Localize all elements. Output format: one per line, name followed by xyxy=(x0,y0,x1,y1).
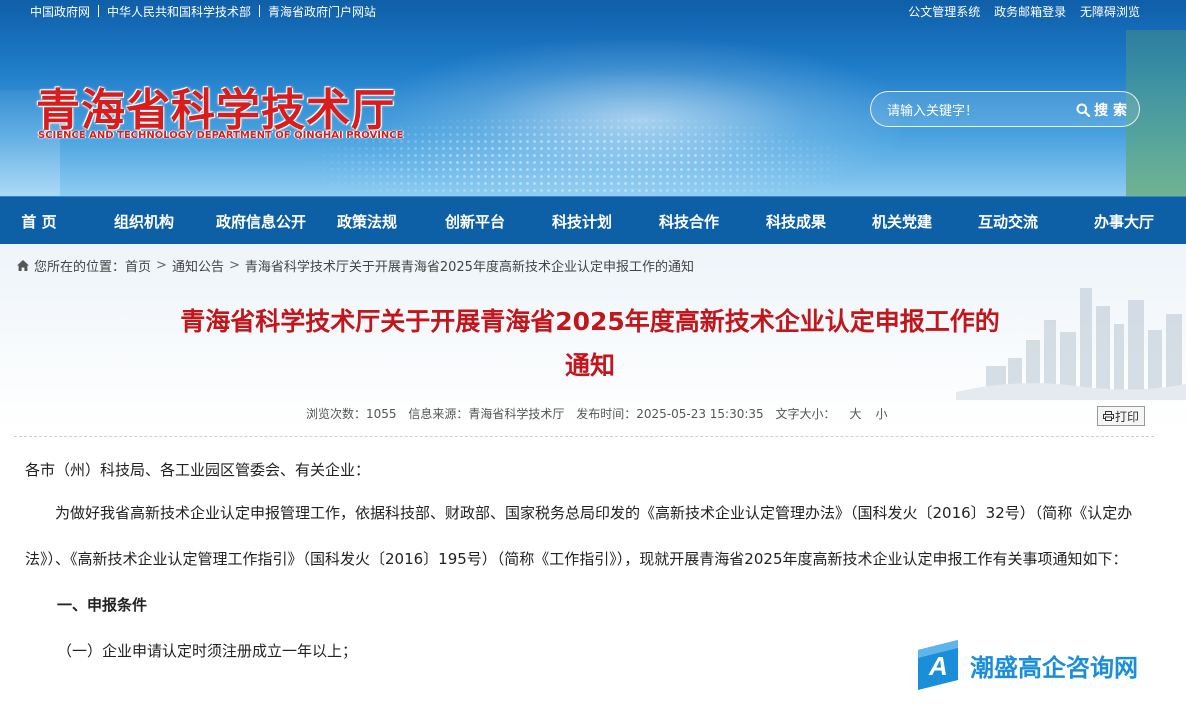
salutation: 各市（州）科技局、各工业园区管委会、有关企业： xyxy=(25,461,371,479)
site-logo-title[interactable]: 青海省科学技术厅 xyxy=(36,74,396,138)
top-link-bar: 中国政府网 中华人民共和国科学技术部 青海省政府门户网站 公文管理系统 政务邮箱登录… xyxy=(0,0,1186,22)
section-heading: 一、申报条件 xyxy=(57,596,148,614)
search-button-label: 搜 索 xyxy=(1094,103,1127,119)
site-logo-subtitle: SCIENCE AND TECHNOLOGY DEPARTMENT OF QIN… xyxy=(38,130,404,141)
home-icon xyxy=(17,260,29,271)
breadcrumb-prefix: 您所在的位置： xyxy=(34,260,126,275)
font-size-small-button[interactable]: 小 xyxy=(876,407,888,421)
nav-item-home[interactable]: 首 页 xyxy=(0,197,78,245)
nav-item-service-hall[interactable]: 办事大厅 xyxy=(1062,197,1186,245)
watermark-letter: A xyxy=(929,651,948,681)
search-box: 搜 索 xyxy=(870,91,1140,127)
printer-icon xyxy=(1102,411,1114,421)
watermark: A 潮盛高企咨询网 xyxy=(918,640,1138,690)
nav-item-innovation-platform[interactable]: 创新平台 xyxy=(422,197,528,245)
link-mail-login[interactable]: 政务邮箱登录 xyxy=(994,5,1066,19)
nav-item-interaction[interactable]: 互动交流 xyxy=(954,197,1062,245)
article-title: 青海省科学技术厅关于开展青海省2025年度高新技术企业认定申报工作的 通知 xyxy=(110,300,1070,388)
watermark-logo: A xyxy=(918,640,958,690)
link-qinghai-gov[interactable]: 青海省政府门户网站 xyxy=(268,5,376,19)
top-links-right: 公文管理系统 政务邮箱登录 无障碍浏览 xyxy=(898,3,1140,20)
link-document-system[interactable]: 公文管理系统 xyxy=(908,5,980,19)
link-most[interactable]: 中华人民共和国科学技术部 xyxy=(107,5,251,19)
article-title-line1: 青海省科学技术厅关于开展青海省2025年度高新技术企业认定申报工作的 xyxy=(180,307,1000,336)
paragraph-intro: 为做好我省高新技术企业认定申报管理工作，依据科技部、财政部、国家税务总局印发的《… xyxy=(25,504,1133,568)
article-meta: 浏览次数：1055 信息来源：青海省科学技术厅 发布时间：2025-05-23 … xyxy=(306,405,896,422)
breadcrumb-separator: > xyxy=(228,258,240,273)
info-source: 信息来源：青海省科学技术厅 xyxy=(408,407,565,421)
publish-time: 发布时间：2025-05-23 15:30:35 xyxy=(576,407,764,421)
meta-divider xyxy=(14,436,1154,437)
article-title-line2: 通知 xyxy=(564,351,615,380)
link-accessibility[interactable]: 无障碍浏览 xyxy=(1080,5,1140,19)
print-button[interactable]: 打印 xyxy=(1097,406,1145,426)
nav-item-info-disclosure[interactable]: 政府信息公开 xyxy=(210,197,312,245)
print-label: 打印 xyxy=(1114,409,1139,424)
nav-item-tech-achievements[interactable]: 科技成果 xyxy=(742,197,850,245)
breadcrumb-current: 青海省科学技术厅关于开展青海省2025年度高新技术企业认定申报工作的通知 xyxy=(244,260,694,275)
nav-item-organization[interactable]: 组织机构 xyxy=(78,197,210,245)
main-nav: 首 页 组织机构 政府信息公开 政策法规 创新平台 科技计划 科技合作 科技成果… xyxy=(0,196,1186,244)
nav-item-party-building[interactable]: 机关党建 xyxy=(850,197,954,245)
watermark-text: 潮盛高企咨询网 xyxy=(970,652,1138,682)
search-icon xyxy=(1076,103,1091,117)
link-gov-cn[interactable]: 中国政府网 xyxy=(30,5,90,19)
search-input[interactable] xyxy=(887,100,1067,120)
font-size-large-button[interactable]: 大 xyxy=(850,407,862,421)
breadcrumb-home[interactable]: 首页 xyxy=(125,256,151,275)
nav-item-policy[interactable]: 政策法规 xyxy=(312,197,422,245)
breadcrumb-separator: > xyxy=(156,258,167,273)
separator xyxy=(98,5,100,17)
font-size-label: 文字大小： xyxy=(775,407,836,421)
search-button[interactable]: 搜 索 xyxy=(1076,99,1127,121)
nav-item-tech-plan[interactable]: 科技计划 xyxy=(528,197,636,245)
view-count: 浏览次数：1055 xyxy=(306,407,397,421)
nav-item-tech-cooperation[interactable]: 科技合作 xyxy=(636,197,742,245)
header-banner: 中国政府网 中华人民共和国科学技术部 青海省政府门户网站 公文管理系统 政务邮箱登录… xyxy=(0,0,1186,196)
breadcrumb: 您所在的位置： 首页 > 通知公告 > 青海省科学技术厅关于开展青海省2025年… xyxy=(16,256,694,275)
separator xyxy=(259,5,261,17)
breadcrumb-notices[interactable]: 通知公告 xyxy=(172,256,224,275)
top-links-left: 中国政府网 中华人民共和国科学技术部 青海省政府门户网站 xyxy=(30,3,376,20)
